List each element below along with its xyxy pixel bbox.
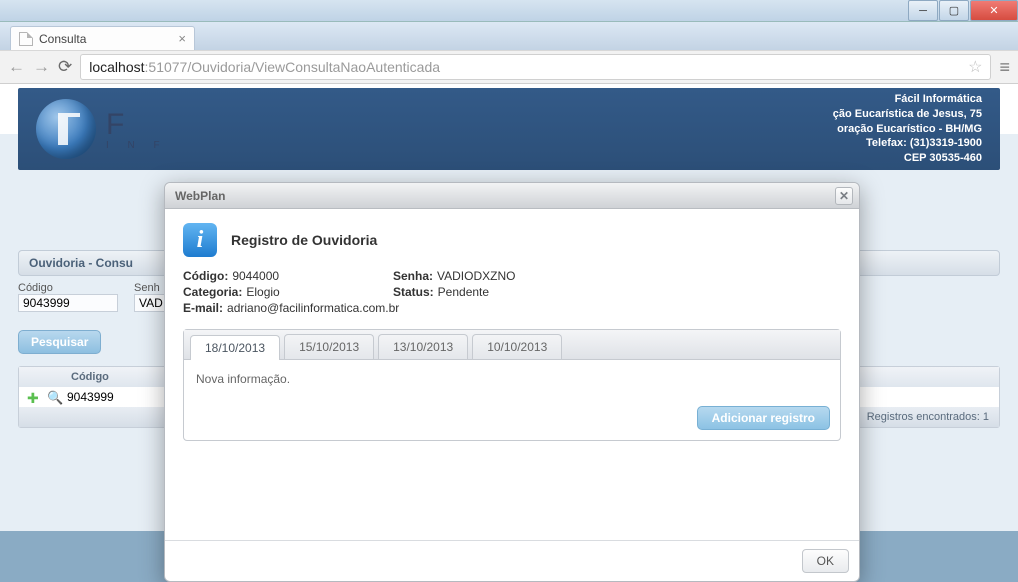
dialog-close-button[interactable]: ✕ xyxy=(835,187,853,205)
reload-icon[interactable]: ⟳ xyxy=(58,57,72,77)
browser-tab[interactable]: Consulta × xyxy=(10,26,195,50)
dialog-body: i Registro de Ouvidoria Código: 9044000 S… xyxy=(165,209,859,540)
url-input[interactable]: localhost:51077/Ouvidoria/ViewConsultaNa… xyxy=(80,54,991,80)
browser-tab-title: Consulta xyxy=(39,32,86,46)
status-key: Status: xyxy=(393,285,434,299)
senha-val: VADIODXZNO xyxy=(437,269,515,283)
browser-window: Consulta × ← → ⟳ localhost:51077/Ouvidor… xyxy=(0,22,1018,531)
status-val: Pendente xyxy=(438,285,489,299)
dialog: WebPlan ✕ i Registro de Ouvidoria Código… xyxy=(164,182,860,582)
dialog-footer: OK xyxy=(165,540,859,581)
dialog-overlay: WebPlan ✕ i Registro de Ouvidoria Código… xyxy=(0,84,1018,531)
browser-tabstrip: Consulta × xyxy=(0,22,1018,50)
ok-button[interactable]: OK xyxy=(802,549,849,573)
page-icon xyxy=(19,32,33,46)
senha-key: Senha: xyxy=(393,269,433,283)
tab-date-3[interactable]: 10/10/2013 xyxy=(472,334,562,359)
tab-date-2[interactable]: 13/10/2013 xyxy=(378,334,468,359)
tab-date-0[interactable]: 18/10/2013 xyxy=(190,335,280,360)
window-maximize-button[interactable]: ▢ xyxy=(939,0,969,21)
forward-icon[interactable]: → xyxy=(33,57,50,77)
window-titlebar: ─ ▢ ✕ xyxy=(0,0,1018,22)
window-minimize-button[interactable]: ─ xyxy=(908,0,938,21)
tab-date-1[interactable]: 15/10/2013 xyxy=(284,334,374,359)
back-icon[interactable]: ← xyxy=(8,57,25,77)
bookmark-star-icon[interactable]: ☆ xyxy=(968,57,982,77)
add-record-button[interactable]: Adicionar registro xyxy=(697,406,830,430)
categoria-val: Elogio xyxy=(246,285,279,299)
email-val: adriano@facilinformatica.com.br xyxy=(227,301,399,315)
record-fields: Código: 9044000 Senha: VADIODXZNO Categori… xyxy=(183,269,841,315)
url-path: /Ouvidoria/ViewConsultaNaoAutenticada xyxy=(187,59,440,75)
tab-pane: Nova informação. Adicionar registro xyxy=(184,360,840,440)
url-port: :51077 xyxy=(145,59,188,75)
info-icon: i xyxy=(183,223,217,257)
chrome-menu-icon[interactable]: ≡ xyxy=(999,57,1010,78)
dialog-title: WebPlan xyxy=(175,189,225,203)
url-host: localhost xyxy=(89,59,144,75)
codigo-val: 9044000 xyxy=(232,269,279,283)
browser-toolbar: ← → ⟳ localhost:51077/Ouvidoria/ViewCons… xyxy=(0,50,1018,84)
dialog-heading: Registro de Ouvidoria xyxy=(231,232,377,248)
codigo-key: Código: xyxy=(183,269,228,283)
tab-content-text: Nova informação. xyxy=(196,372,290,386)
window-close-button[interactable]: ✕ xyxy=(970,0,1018,21)
tab-close-icon[interactable]: × xyxy=(178,31,186,46)
history-tabs: 18/10/2013 15/10/2013 13/10/2013 10/10/2… xyxy=(183,329,841,441)
categoria-key: Categoria: xyxy=(183,285,242,299)
page-content: F I N F Fácil Informática ção Eucarístic… xyxy=(0,84,1018,531)
dialog-titlebar: WebPlan ✕ xyxy=(165,183,859,209)
tabs-bar: 18/10/2013 15/10/2013 13/10/2013 10/10/2… xyxy=(184,330,840,360)
email-key: E-mail: xyxy=(183,301,223,315)
